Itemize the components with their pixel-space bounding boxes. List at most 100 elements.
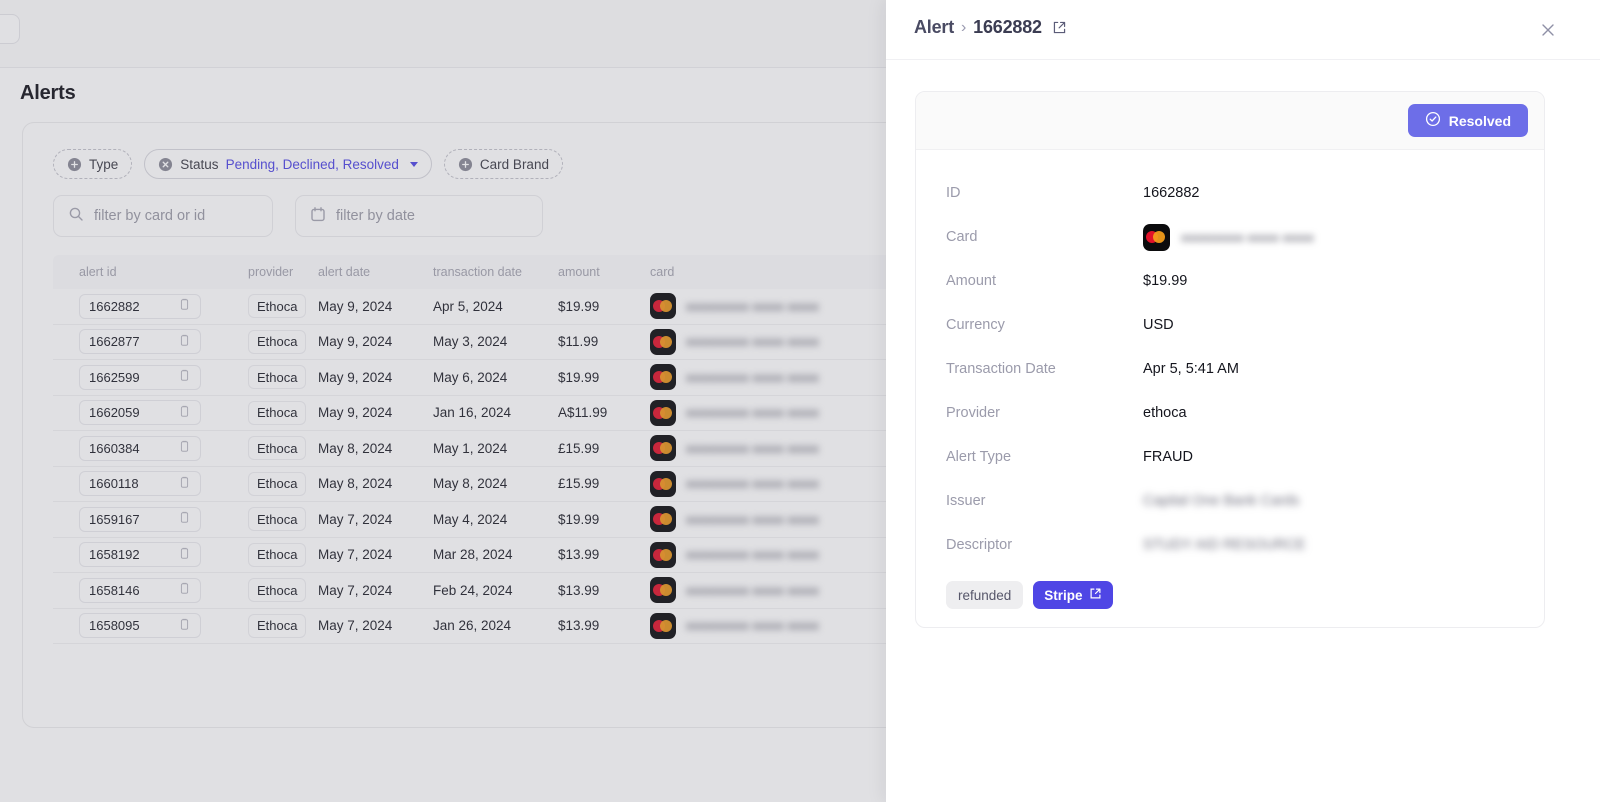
alert-id-pill[interactable]: 1662882 [79,293,201,319]
external-link-icon[interactable] [1052,20,1067,35]
copy-icon[interactable] [178,440,191,456]
alert-id-value: 1662882 [89,298,140,314]
cell-alert-date: May 7, 2024 [318,511,393,527]
table-row[interactable]: 1658192 Ethoca May 7, 2024 Mar 28, 2024 $13.… [53,538,886,573]
top-bar-partial-control[interactable] [0,14,20,44]
alert-id-pill[interactable]: 1662059 [79,400,201,426]
copy-icon[interactable] [178,405,191,421]
cell-provider: Ethoca [248,471,318,496]
table-row[interactable]: 1662599 Ethoca May 9, 2024 May 6, 2024 $19.9… [53,360,886,396]
copy-icon[interactable] [178,582,191,598]
copy-icon[interactable] [178,298,191,314]
table-row[interactable]: 1658095 Ethoca May 7, 2024 Jan 26, 2024 $13.… [53,609,886,644]
copy-icon[interactable] [178,547,191,563]
alert-id-pill[interactable]: 1658146 [79,577,201,603]
column-header-provider: provider [248,265,294,279]
table-row[interactable]: 1662882 Ethoca May 9, 2024 Apr 5, 2024 $19.9… [53,289,886,325]
column-header-transaction-date: transaction date [433,265,522,279]
breadcrumb-separator-icon: › [961,18,967,36]
cell-alert-date: May 9, 2024 [318,298,393,314]
x-circle-icon[interactable] [158,157,173,172]
date-search-placeholder: filter by date [336,208,415,224]
column-header-amount: amount [558,265,600,279]
cell-alert-date: May 8, 2024 [318,476,393,492]
detail-field-row: Descriptor STUDY AID RESOURCE [946,523,1514,567]
alert-id-pill[interactable]: 1662599 [79,364,201,390]
card-or-id-search-field[interactable]: filter by card or id [53,195,273,237]
panel-header: Alert › 1662882 [886,0,1600,60]
cell-amount: £15.99 [558,440,600,456]
alert-id-pill[interactable]: 1658192 [79,542,201,568]
card-number-masked: ●●●●●●●● ●●●● ●●●● [686,582,819,598]
date-search-field[interactable]: filter by date [295,195,543,237]
table-row[interactable]: 1660118 Ethoca May 8, 2024 May 8, 2024 £15.9… [53,467,886,502]
mastercard-icon [650,399,676,426]
card-number-masked: ●●●●●●●● ●●●● ●●●● [686,511,819,527]
alert-id-value: 1662599 [89,369,140,385]
alert-detail-card: Resolved ID 1662882 Card ●●●●●●●● ●●●● ●●●●… [915,91,1545,628]
card-or-id-search-placeholder: filter by card or id [94,208,206,224]
copy-icon[interactable] [178,511,191,527]
cell-alert-date: May 9, 2024 [318,405,393,421]
copy-icon[interactable] [178,334,191,350]
detail-field-value: FRAUD [1143,449,1193,465]
status-resolved-label: Resolved [1448,112,1511,129]
filter-chip-status[interactable]: Status Pending, Declined, Resolved [144,149,432,179]
breadcrumb-root[interactable]: Alert [914,17,954,38]
alert-id-pill[interactable]: 1658095 [79,613,201,639]
table-row[interactable]: 1660384 Ethoca May 8, 2024 May 1, 2024 £15.9… [53,431,886,467]
detail-field-row: Currency USD [946,303,1514,347]
cell-card: ●●●●●●●● ●●●● ●●●● [650,328,886,355]
card-number-masked: ●●●●●●●● ●●●● ●●●● [686,405,819,421]
cell-card: ●●●●●●●● ●●●● ●●●● [650,541,886,568]
cell-provider: Ethoca [248,542,318,567]
cell-amount: $19.99 [558,298,600,314]
alert-id-pill[interactable]: 1660384 [79,435,201,461]
detail-field-value: Apr 5, 5:41 AM [1143,361,1239,377]
copy-icon[interactable] [178,476,191,492]
table-header-row: alert id provider alert date transaction… [53,255,886,289]
alert-id-value: 1662059 [89,405,140,421]
calendar-icon [310,206,326,227]
cell-alert-date: May 8, 2024 [318,440,393,456]
provider-pill: Ethoca [248,294,307,319]
cell-card: ●●●●●●●● ●●●● ●●●● [650,364,886,391]
cell-card: ●●●●●●●● ●●●● ●●●● [650,577,886,604]
table-row[interactable]: 1662877 Ethoca May 9, 2024 May 3, 2024 $11.9… [53,325,886,360]
cell-alert-id: 1658095 [53,613,248,639]
cell-alert-date: May 9, 2024 [318,369,393,385]
provider-pill: Ethoca [248,365,307,390]
mastercard-icon [650,293,676,320]
cell-transaction-date: May 1, 2024 [433,440,508,456]
plus-circle-icon [458,157,473,172]
copy-icon[interactable] [178,618,191,634]
cell-provider: Ethoca [248,436,318,461]
stripe-button-label: Stripe [1044,587,1083,603]
filter-chip-type[interactable]: Type [53,149,133,179]
detail-field-row: ID 1662882 [946,171,1514,215]
plus-circle-icon [67,157,82,172]
filter-chip-card-brand[interactable]: Card Brand [443,149,563,179]
filter-chip-status-values: Pending, Declined, Resolved [225,156,399,172]
chevron-down-icon[interactable] [409,161,418,167]
card-number-masked: ●●●●●●●● ●●●● ●●●● [686,369,819,385]
top-bar [0,0,886,68]
detail-field-row: Alert Type FRAUD [946,435,1514,479]
table-row[interactable]: 1658146 Ethoca May 7, 2024 Feb 24, 2024 $13.… [53,573,886,609]
alert-id-pill[interactable]: 1662877 [79,329,201,355]
alert-id-pill[interactable]: 1660118 [79,471,201,497]
alert-id-value: 1658146 [89,582,140,598]
table-row[interactable]: 1662059 Ethoca May 9, 2024 Jan 16, 2024 A$11… [53,396,886,431]
check-circle-icon [1425,111,1441,130]
close-icon[interactable] [1538,20,1558,40]
column-header-card: card [650,265,675,279]
mastercard-icon [650,470,676,497]
status-resolved-button[interactable]: Resolved [1407,104,1528,137]
filter-chip-status-label: Status [180,156,219,172]
alert-id-pill[interactable]: 1659167 [79,506,201,532]
copy-icon[interactable] [178,369,191,385]
table-row[interactable]: 1659167 Ethoca May 7, 2024 May 4, 2024 $19.9… [53,502,886,538]
stripe-link-button[interactable]: Stripe [1033,581,1113,609]
alerts-page: Alerts Type Status Pending, Declined, Re… [0,0,886,802]
detail-field-value: 1662882 [1143,185,1200,201]
